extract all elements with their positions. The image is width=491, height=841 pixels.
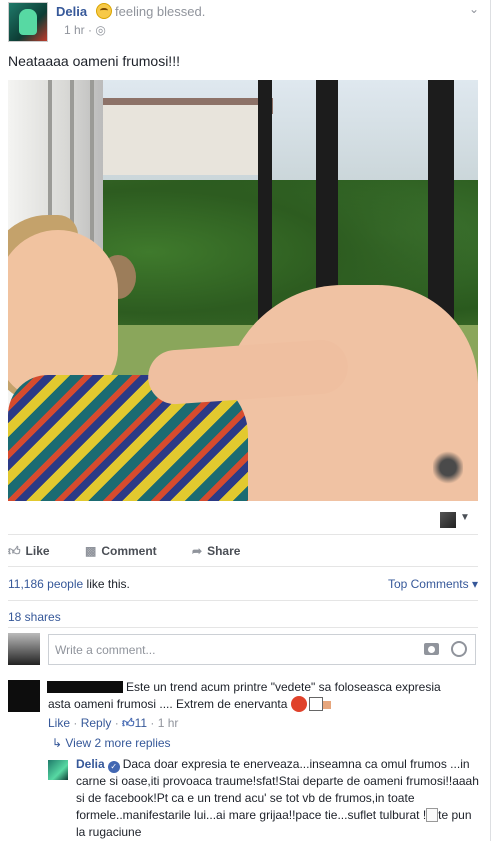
- reply-author-avatar[interactable]: [48, 760, 68, 780]
- top-comments-dropdown[interactable]: Top Comments ▾: [388, 577, 478, 591]
- comment-label: Comment: [101, 544, 157, 558]
- comment-time: · 1 hr: [147, 716, 179, 730]
- share-button[interactable]: ➦ Share: [192, 544, 240, 558]
- author-name[interactable]: Delia: [56, 4, 87, 19]
- reply-body: Delia ✓ Daca doar expresia te enerveaza...…: [76, 756, 480, 841]
- comment-box: [48, 634, 476, 665]
- commenter-name-redacted: [47, 681, 123, 693]
- comment-like-link[interactable]: Like: [48, 716, 70, 730]
- likes-suffix: like this.: [83, 577, 130, 591]
- globe-icon: ◎: [95, 23, 106, 37]
- comment-reply-link[interactable]: Reply: [81, 716, 112, 730]
- share-as-avatar[interactable]: [440, 512, 456, 528]
- share-arrow-icon: ➦: [192, 544, 203, 558]
- blessed-emoji-icon: [96, 3, 112, 19]
- commenter-avatar[interactable]: [8, 680, 40, 712]
- view-more-replies-link[interactable]: ↳ View 2 more replies: [52, 736, 171, 750]
- comment-meta: Like · Reply · 👍︎11 · 1 hr: [48, 716, 178, 731]
- like-button[interactable]: 👍︎ Like: [8, 544, 50, 559]
- feeling-status: feeling blessed.: [96, 3, 205, 19]
- post-time[interactable]: 1 hr · ◎: [64, 23, 106, 37]
- photo-house: [98, 105, 268, 175]
- reply-text: Daca doar expresia te enerveaza...inseam…: [76, 757, 479, 822]
- comment-text-line2-body: asta oameni frumosi .... Extrem de enerv…: [48, 697, 288, 711]
- likes-count-link[interactable]: 11,186 people: [8, 577, 83, 591]
- angry-emoji-icon: [291, 696, 308, 712]
- divider: [8, 566, 478, 567]
- post-header: Delia feeling blessed. 1 hr · ◎ ⌄: [8, 0, 483, 44]
- post-actions: 👍︎ Like ▩ Comment ➦ Share: [8, 540, 478, 562]
- post-photo[interactable]: [8, 80, 478, 501]
- camera-icon[interactable]: [424, 643, 439, 655]
- comment-input[interactable]: [49, 635, 409, 664]
- divider: [8, 627, 478, 628]
- comment-icon: ▩: [85, 544, 97, 558]
- post-time-label: 1 hr ·: [64, 23, 93, 37]
- chevron-down-icon[interactable]: ⌄: [469, 2, 479, 16]
- meta-separator: ·: [70, 716, 81, 730]
- shares-count[interactable]: 18 shares: [8, 610, 61, 624]
- thumbs-up-icon: 👍︎: [8, 544, 21, 558]
- photo-tattoo: [433, 445, 463, 490]
- share-label: Share: [207, 544, 241, 558]
- comment-button[interactable]: ▩ Comment: [85, 544, 157, 558]
- like-label: Like: [25, 544, 50, 558]
- smiley-icon[interactable]: [451, 641, 467, 657]
- skin-tone-icon: [323, 701, 332, 709]
- share-as-caret-icon[interactable]: ▼: [460, 512, 470, 523]
- divider: [8, 534, 478, 535]
- comment-likes-icon: 👍︎: [122, 716, 135, 730]
- praying-hands-icon: [426, 808, 439, 822]
- thumbs-down-icon: [309, 697, 324, 711]
- feeling-text: feeling blessed.: [115, 4, 206, 19]
- post-card: Delia feeling blessed. 1 hr · ◎ ⌄ Neataa…: [0, 0, 491, 841]
- comment-text-line1: Este un trend acum printre "vedete" sa f…: [126, 680, 441, 694]
- comment-text-line2: asta oameni frumosi .... Extrem de enerv…: [48, 696, 478, 713]
- divider: [8, 600, 478, 601]
- comment-likes-count[interactable]: 11: [135, 716, 147, 730]
- verified-badge-icon: ✓: [107, 761, 120, 773]
- author-avatar[interactable]: [8, 2, 48, 42]
- viewer-avatar: [8, 633, 40, 665]
- meta-separator: ·: [111, 716, 123, 730]
- likes-summary: 11,186 people like this.: [8, 577, 130, 591]
- post-text: Neataaaa oameni frumosi!!!: [8, 53, 180, 69]
- reply-author-name[interactable]: Delia: [76, 757, 105, 771]
